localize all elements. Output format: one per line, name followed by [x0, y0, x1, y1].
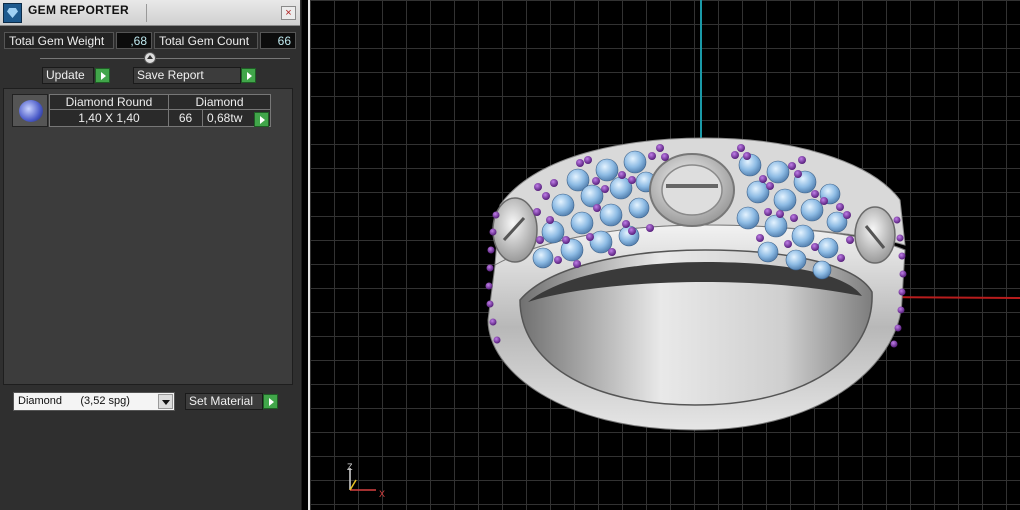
gizmo-y-axis	[349, 479, 357, 491]
panel-slider-track	[40, 58, 290, 59]
update-button[interactable]: Update	[42, 67, 94, 84]
gem-list: Diamond Round Diamond 1,40 X 1,40 66 0,6…	[3, 88, 293, 385]
chevron-down-icon[interactable]	[158, 394, 173, 409]
ring-render	[349, 0, 1020, 491]
gem-reporter-panel: GEM REPORTER × Total Gem Weight ,68 Tota…	[0, 0, 302, 510]
gem-shape-header: Diamond Round	[49, 94, 169, 110]
update-play-icon[interactable]	[95, 68, 110, 83]
gem-row-play-icon[interactable]	[254, 112, 269, 127]
gizmo-x-label: X	[379, 489, 386, 499]
gem-table: Diamond Round Diamond 1,40 X 1,40 66 0,6…	[49, 94, 271, 127]
panel-title: GEM REPORTER	[28, 3, 129, 17]
panel-slider-knob[interactable]	[144, 52, 156, 64]
total-gem-weight-label: Total Gem Weight	[4, 32, 114, 49]
gem-thumbnail[interactable]	[12, 94, 48, 127]
set-material-play-icon[interactable]	[263, 394, 278, 409]
center-screw-inner	[661, 164, 723, 216]
gem-table-row[interactable]: 1,40 X 1,40 66 0,68tw	[49, 109, 271, 127]
material-dropdown[interactable]: Diamond (3,52 spg)	[13, 392, 175, 411]
total-gem-count-value: 66	[260, 32, 296, 49]
close-icon[interactable]: ×	[281, 6, 296, 20]
gem-type-header: Diamond	[168, 94, 271, 110]
round-diamond-icon	[19, 100, 43, 122]
gizmo-z-label: Z	[347, 462, 353, 472]
3d-viewport[interactable]: Z X	[308, 0, 1020, 510]
save-report-button[interactable]: Save Report	[133, 67, 241, 84]
total-gem-count-label: Total Gem Count	[154, 32, 258, 49]
panel-titlebar: GEM REPORTER ×	[0, 0, 300, 26]
save-report-play-icon[interactable]	[241, 68, 256, 83]
gem-size-cell: 1,40 X 1,40	[49, 109, 169, 127]
total-gem-weight-value: ,68	[116, 32, 152, 49]
gem-table-header: Diamond Round Diamond	[49, 94, 271, 110]
material-dropdown-value: Diamond (3,52 spg)	[18, 395, 130, 407]
gem-count-cell: 66	[168, 109, 203, 127]
gem-reporter-icon	[3, 3, 22, 23]
titlebar-divider	[146, 4, 147, 22]
set-material-button[interactable]: Set Material	[185, 393, 263, 410]
